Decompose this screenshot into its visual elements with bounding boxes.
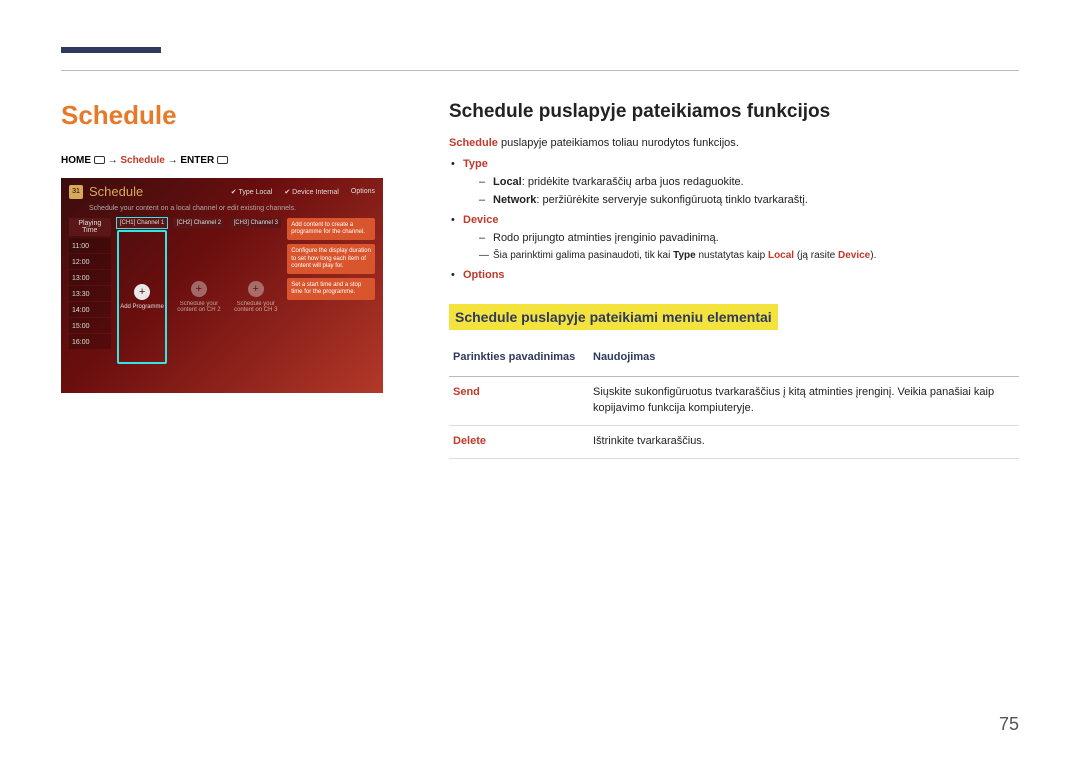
mockup-device: ✔ Device Internal [284, 188, 339, 196]
channel-header: [CH3] Channel 3 [230, 218, 281, 228]
enter-icon [217, 156, 228, 164]
hint-box: Add content to create a programme for th… [287, 218, 375, 240]
channel-box-selected: + Add Programme [117, 230, 168, 364]
intro-text: Schedule puslapyje pateikiamos toliau nu… [449, 136, 1019, 152]
plus-icon: + [248, 281, 264, 297]
table-row: Delete Ištrinkite tvarkaraščius. [449, 425, 1019, 458]
plus-icon: + [191, 281, 207, 297]
hint-box: Configure the display duration to set ho… [287, 244, 375, 274]
breadcrumb-arrow1: → [108, 155, 118, 166]
subitem-network: Network: peržiūrėkite serveryje sukonfig… [463, 193, 1019, 209]
hint-box: Set a start time and a stop time for the… [287, 278, 375, 300]
list-item-type: Type Local: pridėkite tvarkaraščių arba … [449, 157, 1019, 209]
time-slot: 16:00 [69, 334, 111, 349]
time-slot: 15:00 [69, 318, 111, 333]
time-slot: 11:00 [69, 238, 111, 253]
page-number: 75 [999, 714, 1019, 735]
home-icon [94, 156, 105, 164]
list-item-device: Device Rodo prijungto atminties įrengini… [449, 213, 1019, 263]
breadcrumb-enter: ENTER [180, 155, 214, 166]
mockup-subtitle: Schedule your content on a local channel… [61, 205, 383, 218]
option-name: Send [449, 376, 589, 425]
option-name: Delete [449, 425, 589, 458]
time-slot: 12:00 [69, 254, 111, 269]
time-col-header: Playing Time [69, 218, 111, 236]
option-desc: Siųskite sukonfigūruotus tvarkaraščius į… [589, 376, 1019, 425]
mockup-title: Schedule [89, 184, 143, 199]
time-slot: 13:30 [69, 286, 111, 301]
mockup-type: ✔ Type Local [231, 188, 273, 196]
breadcrumb-schedule: Schedule [120, 155, 164, 166]
time-slot: 14:00 [69, 302, 111, 317]
channel-box: + Schedule your content on CH 2 [173, 230, 224, 364]
channel-box-label: Schedule your content on CH 2 [173, 301, 224, 313]
channel-box: + Schedule your content on CH 3 [230, 230, 281, 364]
calendar-icon: 31 [69, 185, 83, 199]
breadcrumb: HOME → Schedule → ENTER [61, 155, 228, 166]
subitem-device-desc: Rodo prijungto atminties įrenginio pavad… [463, 231, 1019, 247]
header-accent-bar [61, 47, 161, 53]
channel-header: [CH2] Channel 2 [173, 218, 224, 228]
section-heading: Schedule puslapyje pateikiamos funkcijos [449, 98, 1019, 126]
channel-box-label: Schedule your content on CH 3 [230, 301, 281, 313]
list-item-options: Options [449, 268, 1019, 284]
device-note: Šia parinktimi galima pasinaudoti, tik k… [463, 249, 1019, 264]
subsection-heading: Schedule puslapyje pateikiami meniu elem… [449, 304, 778, 330]
table-col-usage: Naudojimas [589, 344, 1019, 376]
options-table: Parinkties pavadinimas Naudojimas Send S… [449, 344, 1019, 459]
table-col-option: Parinkties pavadinimas [449, 344, 589, 376]
header-divider [61, 70, 1019, 71]
breadcrumb-arrow2: → [168, 155, 178, 166]
subitem-local: Local: pridėkite tvarkaraščių arba juos … [463, 175, 1019, 191]
plus-icon: + [134, 284, 150, 300]
channel-header: [CH1] Channel 1 [117, 218, 168, 228]
page-title: Schedule [61, 100, 177, 131]
channel-box-label: Add Programme [120, 304, 164, 310]
table-row: Send Siųskite sukonfigūruotus tvarkarašč… [449, 376, 1019, 425]
schedule-screenshot: 31 Schedule ✔ Type Local ✔ Device Intern… [61, 178, 383, 393]
mockup-options: Options [351, 188, 375, 195]
option-desc: Ištrinkite tvarkaraščius. [589, 425, 1019, 458]
time-slot: 13:00 [69, 270, 111, 285]
breadcrumb-home: HOME [61, 155, 91, 166]
